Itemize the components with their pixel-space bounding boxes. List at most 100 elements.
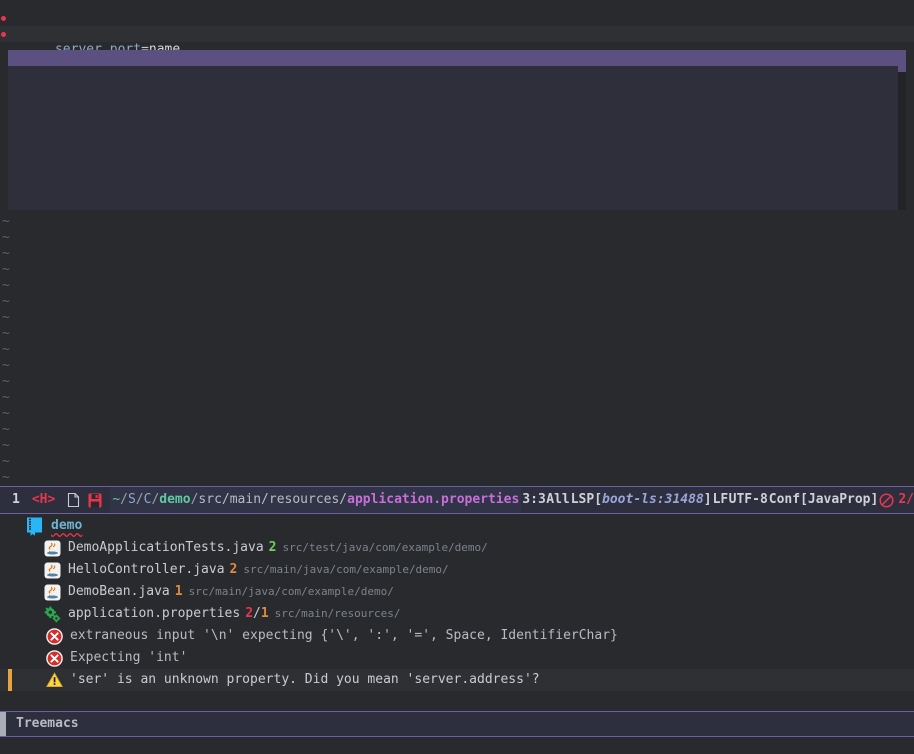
lsp-prefix: LSP[ xyxy=(570,492,603,507)
tilde-marker: ~ xyxy=(2,214,10,229)
tree-file-row-properties[interactable]: application.properties 2/1 src/main/reso… xyxy=(0,603,914,625)
tilde-marker: ~ xyxy=(2,358,10,373)
java-icon xyxy=(44,562,61,579)
emacs-window: server.port=name ser ~ ~ ~ ~ ~ ~ ~ ~ ~ ~… xyxy=(0,0,914,754)
modeline-eol[interactable]: LF xyxy=(713,492,729,508)
tilde-marker: ~ xyxy=(2,230,10,245)
editor-line-2[interactable]: ser xyxy=(0,26,914,73)
diagnostic-message: extraneous input '\n' expecting {'\', ':… xyxy=(70,628,618,643)
modeline-line-number: 1 xyxy=(12,492,20,507)
modeline-accent-bar xyxy=(0,712,6,736)
completion-item[interactable]: server.error.include-exception boolean (… xyxy=(8,162,906,178)
tilde-marker: ~ xyxy=(2,438,10,453)
completion-item[interactable]: server.address java.net.InetAddress (Fie… xyxy=(8,66,906,82)
treemacs-modeline: Treemacs xyxy=(0,711,914,737)
tree-file-count: 2 xyxy=(229,562,238,577)
tilde-marker: ~ xyxy=(2,326,10,341)
completion-item[interactable]: server.error.include-stacktrace org.spri… xyxy=(8,178,906,194)
modeline-lsp-status[interactable]: LSP[boot-ls:31488] xyxy=(571,492,712,508)
tree-file-count: 1 xyxy=(174,584,183,599)
tree-file-row[interactable]: DemoApplicationTests.java 2 src/test/jav… xyxy=(0,537,914,559)
tree-file-path: src/main/java/com/example/demo/ xyxy=(188,585,394,598)
tree-file-path: src/test/java/com/example/demo/ xyxy=(282,541,488,554)
diagnostic-row-error[interactable]: Expecting 'int' xyxy=(0,647,914,669)
tilde-marker: ~ xyxy=(2,310,10,325)
treemacs-panel[interactable]: demo DemoApplicationTests.java 2 src/tes… xyxy=(0,515,914,711)
fringe-tilde-column: ~ ~ ~ ~ ~ ~ ~ ~ ~ ~ ~ ~ ~ ~ ~ ~ ~ xyxy=(0,214,18,486)
tilde-marker: ~ xyxy=(2,246,10,261)
path-mid: src/main/resources/ xyxy=(198,492,348,507)
tilde-marker: ~ xyxy=(2,262,10,277)
completion-item[interactable]: server.compression.enabled boolean (Fiel… xyxy=(8,82,906,98)
tree-count-separator: / xyxy=(253,606,261,621)
document-icon xyxy=(67,492,88,508)
java-icon xyxy=(44,584,61,601)
path-seg-1: S xyxy=(127,492,136,507)
path-filename: application.properties xyxy=(347,492,520,507)
tilde-marker: ~ xyxy=(2,342,10,357)
floppy-disk-icon[interactable] xyxy=(88,493,110,508)
editor-line-1[interactable]: server.port=name xyxy=(0,10,914,57)
tree-file-name: DemoApplicationTests.java xyxy=(68,540,264,555)
modeline-encoding[interactable]: UTF-8 xyxy=(729,492,768,508)
error-fringe-dot-icon xyxy=(1,32,6,37)
tree-file-name: application.properties xyxy=(68,606,241,621)
completion-item[interactable]: server.connection-timeout java.time.Dura… xyxy=(8,146,906,162)
modeline-evil-state[interactable]: <H> xyxy=(32,492,67,508)
tilde-marker: ~ xyxy=(2,454,10,469)
modeline-cursor-position: 3:3 xyxy=(522,492,546,507)
lsp-suffix: ] xyxy=(703,492,712,507)
error-fringe-dot-icon xyxy=(1,16,6,21)
diagnostic-message: 'ser' is an unknown property. Did you me… xyxy=(70,672,540,687)
tilde-marker: ~ xyxy=(2,278,10,293)
java-icon xyxy=(44,540,61,557)
tree-root-label: demo xyxy=(51,518,83,533)
tree-file-path: src/main/java/com/example/demo/ xyxy=(243,563,449,576)
tree-file-warn-count: 1 xyxy=(260,606,269,621)
modeline-error-count: 2/ xyxy=(898,492,914,507)
path-project: demo xyxy=(159,492,191,507)
error-circle-icon xyxy=(46,627,63,645)
completion-item[interactable]: server.compression.min-response-size org… xyxy=(8,130,906,146)
completion-popup[interactable]: server.port int (Field) server.address j… xyxy=(8,50,906,210)
tree-root-row[interactable]: demo xyxy=(0,515,914,537)
diagnostic-message: Expecting 'int' xyxy=(70,650,188,665)
tree-file-row[interactable]: DemoBean.java 1 src/main/java/com/exampl… xyxy=(0,581,914,603)
error-circle-icon xyxy=(879,492,894,508)
treemacs-modeline-label: Treemacs xyxy=(16,716,79,731)
tilde-marker: ~ xyxy=(2,294,10,309)
lsp-server-name: boot-ls:31488 xyxy=(602,492,704,507)
tree-file-count: 2 xyxy=(268,540,277,555)
book-icon xyxy=(26,517,44,536)
modeline-error-indicator[interactable]: 2/ xyxy=(879,492,914,508)
tree-file-row[interactable]: HelloController.java 2 src/main/java/com… xyxy=(0,559,914,581)
editor-buffer[interactable]: server.port=name ser ~ ~ ~ ~ ~ ~ ~ ~ ~ ~… xyxy=(0,0,914,486)
modeline: 1 <H> ~ / S / C / demo / src/main/resources/appl… xyxy=(0,486,914,514)
tilde-marker: ~ xyxy=(2,470,10,485)
warning-triangle-icon xyxy=(46,672,63,688)
tree-file-path: src/main/resources/ xyxy=(274,607,401,620)
completion-scrollbar[interactable] xyxy=(898,50,906,210)
completion-item[interactable]: server.port int (Field) xyxy=(8,50,906,66)
error-circle-icon xyxy=(46,649,63,667)
tilde-marker: ~ xyxy=(2,374,10,389)
modeline-major-mode[interactable]: Conf[JavaProp] xyxy=(769,492,879,508)
path-tilde: ~ xyxy=(112,492,121,507)
tilde-marker: ~ xyxy=(2,390,10,405)
tilde-marker: ~ xyxy=(2,406,10,421)
modeline-file-path[interactable]: ~ / S / C / demo / src/main/resources/applicatio… xyxy=(110,487,522,513)
completion-item[interactable]: server.compression.mime-types String[] (… xyxy=(8,114,906,130)
tree-file-name: DemoBean.java xyxy=(68,584,170,599)
selection-indicator-bar xyxy=(8,669,12,691)
minibuffer[interactable] xyxy=(0,737,914,754)
path-seg-2: C xyxy=(143,492,152,507)
modeline-scroll-indicator: All xyxy=(546,492,570,507)
diagnostic-row-error[interactable]: extraneous input '\n' expecting {'\', ':… xyxy=(0,625,914,647)
tree-file-name: HelloController.java xyxy=(68,562,225,577)
diagnostic-row-warning[interactable]: 'ser' is an unknown property. Did you me… xyxy=(0,669,914,691)
completion-scrollbar-thumb[interactable] xyxy=(898,50,906,72)
completion-item[interactable]: server.error.path String (Field) xyxy=(8,194,906,210)
tilde-marker: ~ xyxy=(2,422,10,437)
gears-icon xyxy=(44,606,61,623)
completion-item[interactable]: server.compression.excluded-user-agents … xyxy=(8,98,906,114)
